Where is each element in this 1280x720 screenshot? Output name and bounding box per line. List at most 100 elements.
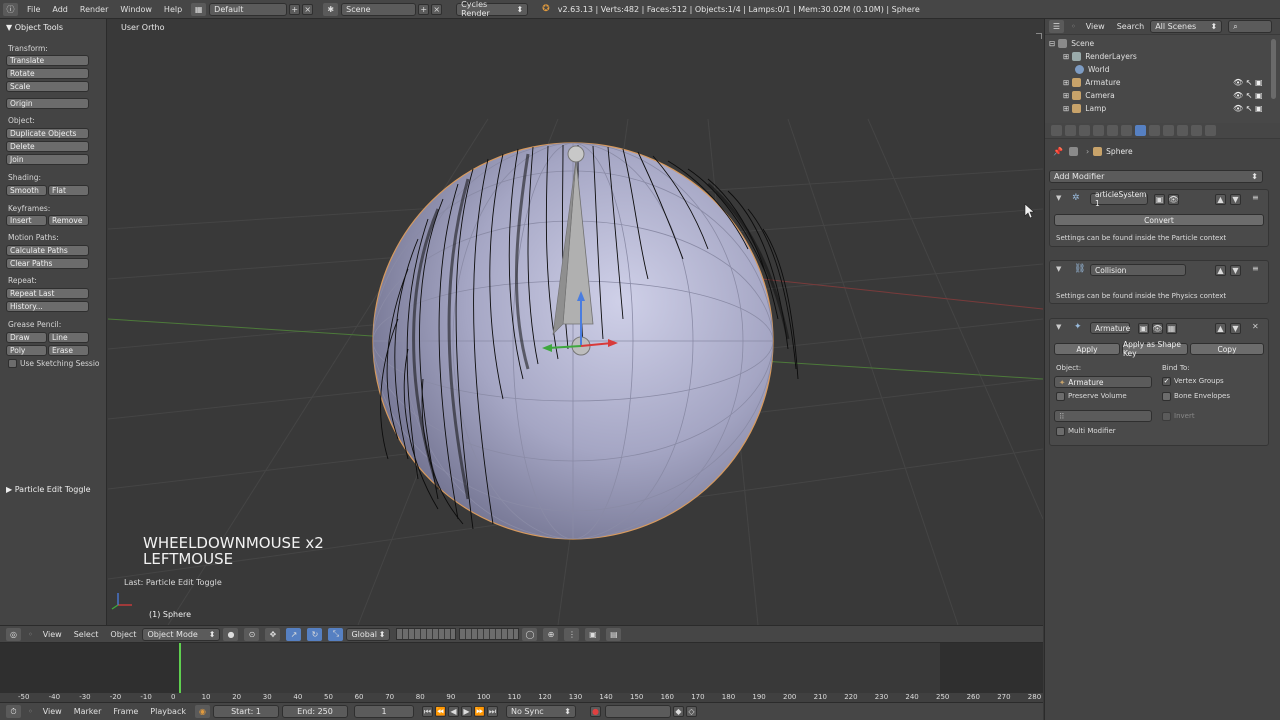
layers-group-1[interactable]	[396, 628, 457, 640]
add-modifier-select[interactable]: Add Modifier ⬍	[1049, 170, 1263, 183]
outliner-menu-view[interactable]: View	[1080, 22, 1111, 31]
outliner-search-input[interactable]: ⌕	[1228, 20, 1273, 33]
add-layout-icon[interactable]: +	[289, 3, 301, 15]
particle-modifier-name-field[interactable]: articleSystem 1	[1090, 190, 1148, 208]
pivot-point-icon[interactable]: ⊙	[244, 627, 260, 641]
render-engine-select[interactable]: Cycles Render ⬍	[456, 0, 529, 18]
vp-menu-select[interactable]: Select	[68, 630, 105, 639]
current-frame-field[interactable]: 1	[354, 705, 414, 718]
armature-modifier-name-field[interactable]: Armature	[1090, 322, 1130, 334]
start-frame-field[interactable]: Start: 1	[213, 705, 279, 718]
translate-manipulator-icon[interactable]: ↗	[286, 627, 302, 641]
bone-tip-sphere[interactable]	[567, 145, 585, 163]
collision-modifier-name-field[interactable]: Collision	[1090, 264, 1186, 276]
keying-set-field[interactable]	[605, 705, 671, 718]
render-preview-icon[interactable]: ▣	[585, 627, 601, 641]
tab-modifiers-icon[interactable]	[1135, 125, 1146, 136]
layer-buttons[interactable]	[396, 628, 520, 640]
show-viewport-icon[interactable]: 👁	[1152, 323, 1163, 334]
poly-button[interactable]: Poly	[6, 345, 47, 356]
armature-object-field[interactable]: ✦ Armature	[1054, 376, 1152, 388]
outliner-display-select[interactable]: All Scenes ⬍	[1150, 20, 1223, 33]
proportional-edit-icon[interactable]: ◯	[522, 627, 538, 641]
outliner-row-world[interactable]: World	[1045, 63, 1271, 76]
collapse-modifier-icon[interactable]: ▼	[1056, 265, 1061, 273]
menu-render[interactable]: Render	[74, 5, 114, 14]
last-operator-panel-title[interactable]: ▶ Particle Edit Toggle	[6, 485, 91, 494]
tab-render-icon[interactable]	[1051, 125, 1062, 136]
visibility-toggles[interactable]: 👁 ↖ ▣ 👁 ↖ ▣ 👁 ↖ ▣	[1233, 76, 1263, 115]
outliner-row-renderlayers[interactable]: ⊞ RenderLayers	[1045, 50, 1271, 63]
use-sketching-checkbox[interactable]	[8, 359, 17, 368]
tl-menu-playback[interactable]: Playback	[144, 707, 192, 716]
play-icon[interactable]: ▶	[461, 706, 472, 717]
vertex-groups-checkbox[interactable]: ✓	[1162, 377, 1171, 386]
remove-modifier-icon[interactable]: ✕	[1252, 322, 1259, 331]
manipulator-toggle-icon[interactable]: ✥	[265, 627, 281, 641]
outliner[interactable]: ☰ ◦ View Search All Scenes ⬍ ⌕ ⊟ Scene ⊞ Re…	[1044, 19, 1280, 123]
tab-constraints-icon[interactable]	[1121, 125, 1132, 136]
tl-menu-marker[interactable]: Marker	[68, 707, 108, 716]
remove-layout-icon[interactable]: ×	[302, 3, 314, 15]
insert-keyframe-button[interactable]: Insert	[6, 215, 47, 226]
remove-keyframe-button[interactable]: Remove	[48, 215, 89, 226]
invert-checkbox[interactable]	[1162, 412, 1171, 421]
repeat-last-button[interactable]: Repeat Last	[6, 288, 89, 299]
show-render-icon[interactable]: ▣	[1154, 194, 1165, 205]
vertex-group-field[interactable]: ⠿	[1054, 410, 1152, 422]
delete-button[interactable]: Delete	[6, 141, 89, 152]
pin-icon[interactable]: 📌	[1053, 147, 1063, 156]
menu-help[interactable]: Help	[158, 5, 188, 14]
modifier-menu-icon[interactable]: ≡	[1252, 193, 1259, 202]
info-editor-icon[interactable]: ⓘ	[3, 2, 18, 16]
collapse-menus-icon[interactable]: ◦	[1071, 22, 1076, 31]
bone-envelopes-checkbox[interactable]	[1162, 392, 1171, 401]
vp-menu-object[interactable]: Object	[104, 630, 142, 639]
properties-editor[interactable]: 📌 › Sphere Add Modifier ⬍ ▼ ✲ articleSyst…	[1044, 123, 1280, 720]
tab-data-icon[interactable]	[1149, 125, 1160, 136]
transform-orientation-select[interactable]: Global ⬍	[346, 627, 391, 641]
camera-view-icon[interactable]: ▤	[606, 627, 622, 641]
scene-field[interactable]: Scene	[341, 2, 417, 16]
sync-mode-select[interactable]: No Sync ⬍	[506, 705, 576, 718]
expand-icon[interactable]: ⊞	[1063, 78, 1069, 87]
menu-window[interactable]: Window	[114, 5, 158, 14]
clear-paths-button[interactable]: Clear Paths	[6, 258, 89, 269]
flat-button[interactable]: Flat	[48, 185, 89, 196]
outliner-menu-search[interactable]: Search	[1111, 22, 1150, 31]
history-button[interactable]: History...	[6, 301, 89, 312]
line-button[interactable]: Line	[48, 332, 89, 343]
timeline-editor[interactable]: -50 -40 -30 -20 -10 0 10 20 30 40 50 60 70 80 90 100 110…	[0, 642, 1043, 702]
screen-layout-icon[interactable]: ▦	[191, 2, 207, 16]
multi-modifier-checkbox[interactable]	[1056, 427, 1065, 436]
apply-button[interactable]: Apply	[1054, 343, 1120, 355]
tab-texture-icon[interactable]	[1177, 125, 1188, 136]
layers-group-2[interactable]	[459, 628, 520, 640]
collapse-modifier-icon[interactable]: ▼	[1056, 194, 1061, 202]
viewport-shading-icon[interactable]: ●	[223, 627, 239, 641]
play-reverse-icon[interactable]: ◀	[448, 706, 459, 717]
join-button[interactable]: Join	[6, 154, 89, 165]
scale-button[interactable]: Scale	[6, 81, 89, 92]
jump-start-icon[interactable]: ⏮	[422, 706, 433, 717]
timeline-editor-type-icon[interactable]: ⏱	[6, 705, 21, 718]
rotate-manipulator-icon[interactable]: ↻	[307, 627, 323, 641]
object-tools-panel-title[interactable]: ▼ Object Tools	[6, 23, 63, 32]
outliner-editor-type-icon[interactable]: ☰	[1049, 20, 1064, 33]
expand-icon[interactable]: ⊟	[1049, 39, 1055, 48]
edit-mode-display-icon[interactable]: ▣	[1138, 323, 1149, 334]
modifier-menu-icon[interactable]: ≡	[1252, 264, 1259, 273]
mode-select[interactable]: Object Mode ⬍	[142, 627, 221, 641]
erase-button[interactable]: Erase	[48, 345, 89, 356]
tab-material-icon[interactable]	[1163, 125, 1174, 136]
move-up-icon[interactable]: ▲	[1215, 194, 1226, 205]
expand-icon[interactable]: ⊞	[1063, 91, 1069, 100]
editor-type-icon[interactable]: ◎	[6, 627, 21, 641]
show-viewport-icon[interactable]: 👁	[1168, 194, 1179, 205]
move-down-icon[interactable]: ▼	[1230, 265, 1241, 276]
move-down-icon[interactable]: ▼	[1230, 194, 1241, 205]
end-frame-field[interactable]: End: 250	[282, 705, 348, 718]
menu-add[interactable]: Add	[46, 5, 74, 14]
jump-end-icon[interactable]: ⏭	[487, 706, 498, 717]
tab-particles-icon[interactable]	[1191, 125, 1202, 136]
